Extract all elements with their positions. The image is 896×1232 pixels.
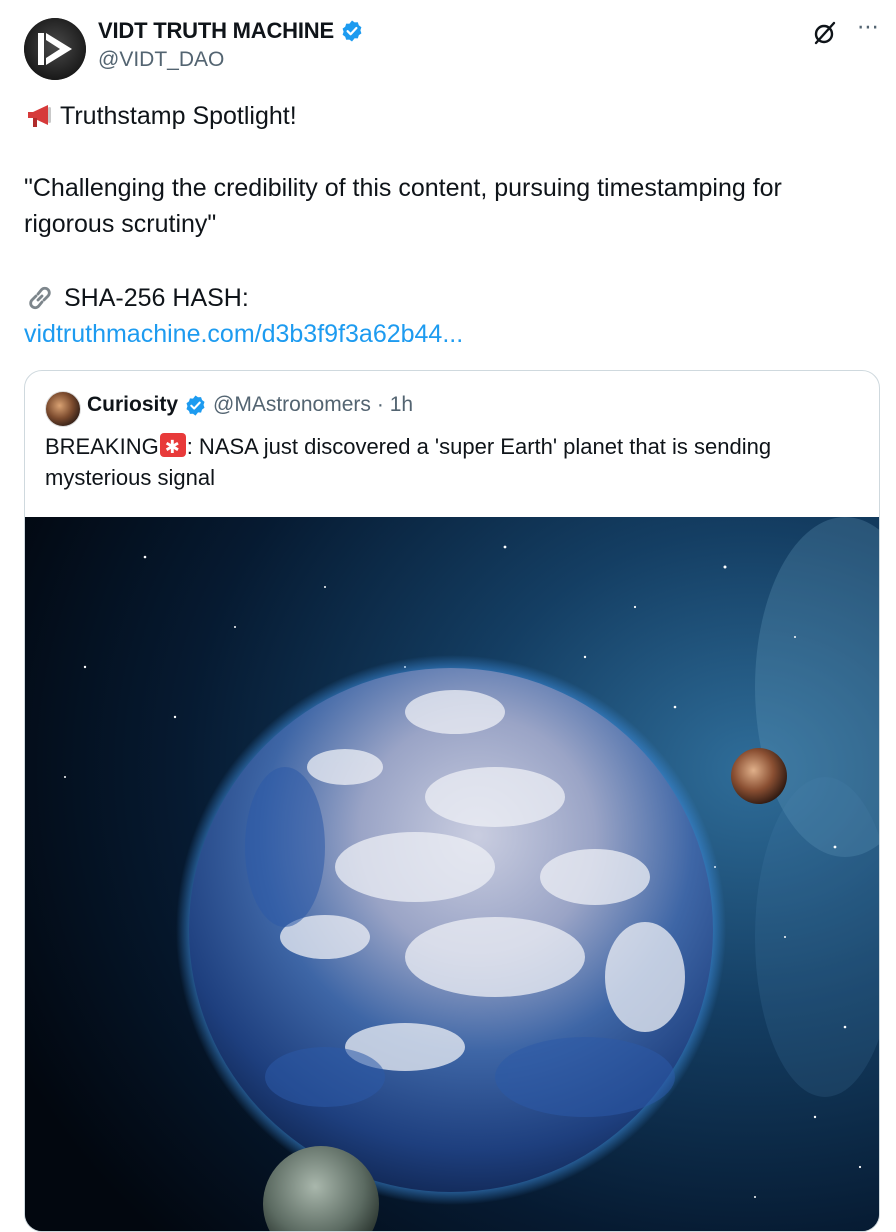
more-options-icon[interactable]: ⋯ — [857, 14, 880, 40]
author-handle[interactable]: @VIDT_DAO — [98, 48, 224, 72]
quoted-author-handle[interactable]: @MAstronomers — [213, 393, 371, 417]
author-name[interactable]: VIDT TRUTH MACHINE — [98, 18, 334, 44]
vidt-logo-icon — [24, 18, 86, 80]
quoted-tweet-text: BREAKING: NASA just discovered a 'super … — [45, 431, 845, 493]
post-spotlight-text: Truthstamp Spotlight! — [60, 102, 297, 130]
link-icon — [29, 286, 51, 310]
post-hash-label: SHA-256 HASH: — [64, 284, 249, 312]
author-name-row[interactable]: VIDT TRUTH MACHINE — [98, 18, 364, 44]
post-hash-link[interactable]: vidtruthmachine.com/d3b3f9f3a62b44... — [24, 316, 463, 352]
post-hash-line: SHA-256 HASH: — [24, 280, 249, 316]
quoted-tweet-header: Curiosity @MAstronomers · 1h — [87, 393, 413, 417]
quoted-author-name[interactable]: Curiosity — [87, 393, 178, 417]
quoted-timestamp[interactable]: · 1h — [377, 393, 413, 417]
tweet-post: VIDT TRUTH MACHINE @VIDT_DAO ⋯ Truthstam… — [0, 0, 896, 1232]
grok-icon[interactable] — [812, 20, 838, 46]
verified-badge-icon — [186, 394, 205, 416]
post-line-spotlight: Truthstamp Spotlight! — [24, 98, 297, 134]
quoted-tweet-card[interactable]: Curiosity @MAstronomers · 1h BREAKING: N… — [24, 370, 880, 1232]
space-planet-image[interactable] — [25, 517, 879, 1231]
verified-badge-icon — [342, 20, 362, 42]
siren-icon — [159, 432, 186, 463]
author-avatar[interactable] — [24, 18, 86, 80]
quoted-author-avatar[interactable] — [45, 391, 81, 427]
planet-illustration — [25, 517, 879, 1231]
megaphone-icon — [28, 105, 51, 127]
small-moon-red — [731, 748, 787, 804]
post-quote-text: "Challenging the credibility of this con… — [24, 174, 782, 238]
quoted-text-prefix: BREAKING — [45, 434, 159, 459]
